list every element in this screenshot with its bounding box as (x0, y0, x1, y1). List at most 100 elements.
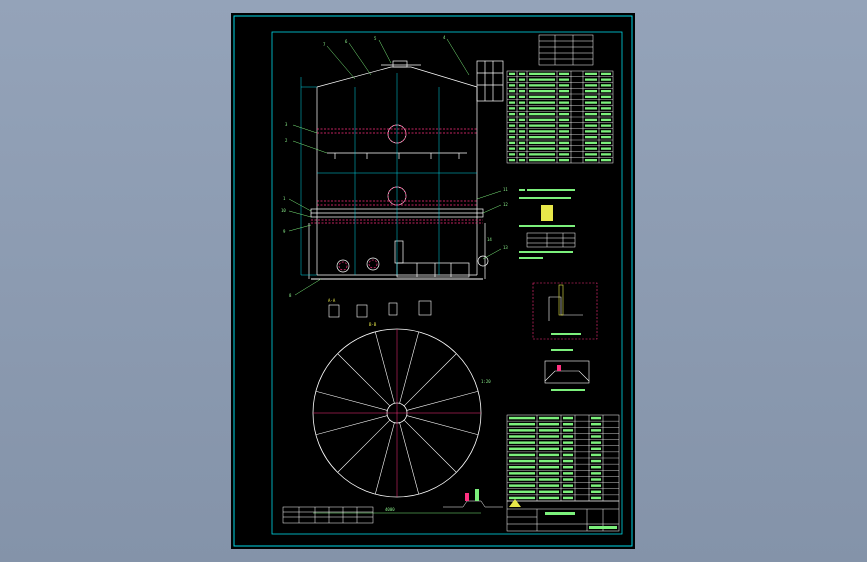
nozzle-row-cell-mark (529, 158, 555, 162)
callout-2: 2 (285, 138, 288, 143)
title-block-number (589, 526, 617, 529)
parts-row-cell-mark (509, 422, 535, 426)
parts-row-cell-mark (591, 435, 601, 438)
nozzle-row-cell-mark (519, 135, 525, 139)
callout-9: 9 (283, 229, 286, 234)
callout-8: 8 (289, 293, 292, 298)
nozzle-row-cell-mark (601, 112, 611, 116)
nozzle-row-cell-mark (519, 124, 525, 127)
parts-row-cell-mark (591, 484, 601, 487)
plan-spoke (406, 415, 479, 436)
nozzle-row-cell-mark (585, 107, 597, 110)
nozzle-row-cell-mark (559, 118, 569, 122)
plan-spoke (399, 422, 420, 495)
plan-spoke (337, 353, 391, 407)
nozzle-row-cell-mark (509, 107, 515, 110)
nozzle-row-cell-mark (601, 107, 611, 110)
callout-3: 3 (285, 122, 288, 127)
parts-row-cell-mark (591, 453, 601, 457)
material-table (282, 506, 374, 524)
nozzle-row-cell-mark (509, 158, 515, 162)
nozzle-row-cell-mark (519, 78, 525, 81)
nozzle-row-cell-mark (585, 118, 597, 122)
nozzle-row-cell-mark (529, 112, 555, 116)
nozzle-row-cell-mark (559, 95, 569, 99)
nozzle-row-cell-mark (601, 141, 611, 145)
parts-row-cell-mark (539, 478, 559, 481)
nozzle-row-cell-mark (585, 112, 597, 116)
parts-row-cell-mark (563, 435, 573, 438)
title-block-name (545, 512, 575, 515)
parts-row-cell-mark (563, 490, 573, 494)
plan-spoke (315, 415, 388, 436)
nozzle-row-cell-mark (529, 84, 555, 87)
parts-row-cell-mark (591, 422, 601, 426)
parts-row-cell-mark (509, 459, 535, 463)
nozzle-row-cell-mark (529, 89, 555, 93)
nozzle-row-cell-mark (601, 153, 611, 156)
parts-row-cell-mark (563, 447, 573, 451)
nozzle-row-cell-mark (509, 84, 515, 87)
parts-row-cell-mark (563, 422, 573, 426)
nozzle-row-cell-mark (601, 72, 611, 76)
parts-row-cell-mark (591, 429, 601, 432)
plan-spoke (403, 353, 457, 407)
cad-drawing: 7 6 5 4 3 2 1 10 9 8 11 12 13 14 A-A B-B… (233, 15, 633, 547)
parts-row-cell-mark (539, 435, 559, 438)
nozzle-row-cell-mark (519, 130, 525, 133)
nozzle-row-cell-mark (509, 135, 515, 139)
plan-spoke (374, 422, 395, 495)
parts-row-cell-mark (509, 429, 535, 432)
callout-10: 10 (281, 208, 286, 213)
parts-row-cell-mark (509, 447, 535, 451)
parts-row-cell-mark (563, 453, 573, 457)
parts-row-cell-mark (509, 472, 535, 475)
nozzle-row-cell-mark (585, 84, 597, 87)
parts-row-cell-mark (563, 465, 573, 469)
parts-row-cell-mark (591, 447, 601, 451)
nozzle-row-cell-mark (509, 153, 515, 156)
section-label-b: B-B (369, 322, 377, 327)
construction-lines (300, 73, 477, 276)
parts-row-cell-mark (509, 416, 535, 420)
nozzle-row-cell-mark (529, 153, 555, 156)
technical-notes (519, 189, 575, 259)
nozzle-row-cell-mark (529, 118, 555, 122)
nozzle-row-cell-mark (519, 101, 525, 104)
nozzle-row-cell-mark (529, 78, 555, 81)
parts-row-cell-mark (563, 441, 573, 444)
nozzle-row-cell-mark (559, 72, 569, 76)
parts-row-cell-mark (509, 465, 535, 469)
parts-row-cell-mark (591, 416, 601, 420)
nozzle-row-cell-mark (519, 112, 525, 116)
detail-box (532, 282, 598, 340)
nozzle-row-cell-mark (519, 141, 525, 145)
plan-spoke (406, 390, 479, 411)
parts-row-cell-mark (591, 472, 601, 475)
nozzle-row-cell-mark (519, 118, 525, 122)
nozzle-row-cell-mark (601, 84, 611, 87)
support-detail (544, 349, 590, 391)
nozzle-row-cell-mark (559, 153, 569, 156)
nozzle-row-cell-mark (509, 78, 515, 81)
nozzle-row-cell-mark (559, 107, 569, 110)
plan-spoke (374, 331, 395, 404)
anchor-detail (443, 489, 503, 508)
parts-row-cell-mark (539, 465, 559, 469)
nozzle-row-cell-mark (559, 147, 569, 150)
nozzle-row-cell-mark (601, 118, 611, 122)
nozzle-row-cell-mark (519, 153, 525, 156)
design-parameter-table (538, 34, 594, 66)
parts-row-cell-mark (539, 441, 559, 444)
callout-12: 12 (503, 202, 508, 207)
nozzle-row-cell-mark (529, 72, 555, 76)
nozzle-row-cell-mark (559, 112, 569, 116)
parts-row-cell-mark (591, 490, 601, 494)
nozzle-row-cell-mark (509, 95, 515, 99)
parts-row-cell-mark (539, 447, 559, 451)
nozzle-row-cell-mark (519, 89, 525, 93)
nozzle-row-cell-mark (585, 124, 597, 127)
parts-row-cell-mark (539, 496, 559, 500)
nozzle-row-cell-mark (559, 158, 569, 162)
nozzle-row-cell-mark (559, 124, 569, 127)
